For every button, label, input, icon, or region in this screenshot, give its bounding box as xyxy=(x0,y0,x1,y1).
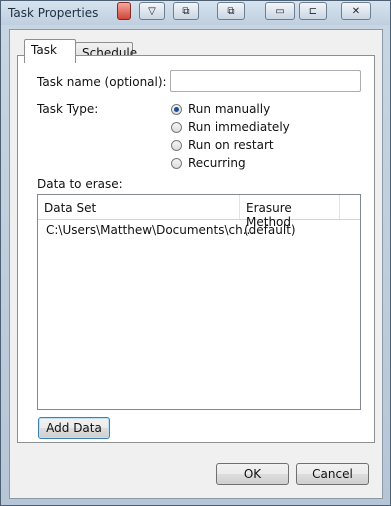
chevron-down-icon[interactable]: ▽ xyxy=(139,2,165,20)
radio-run-manually-label: Run manually xyxy=(188,102,271,116)
radio-run-on-restart-label: Run on restart xyxy=(188,138,274,152)
table-row[interactable]: C:\Users\Matthew\Documents\ch... (defaul… xyxy=(38,220,360,240)
radio-unselected-icon[interactable] xyxy=(171,121,182,133)
column-header-data-set[interactable]: Data Set xyxy=(38,195,240,219)
tab-task[interactable]: Task xyxy=(24,39,76,63)
task-properties-window: Task Properties ▽ ⧉ ⧉ ▭ ⊏ ✕ Task Schedul… xyxy=(0,0,391,506)
radio-unselected-icon[interactable] xyxy=(171,139,182,151)
window-list-icon[interactable]: ⧉ xyxy=(173,2,199,20)
radio-run-immediately[interactable]: Run immediately xyxy=(171,120,290,134)
erasure-method-cell: (default) xyxy=(244,223,296,237)
cascade-icon[interactable]: ⧉ xyxy=(217,2,245,20)
data-to-erase-label: Data to erase: xyxy=(37,177,123,191)
add-data-label: Add Data xyxy=(46,421,102,435)
radio-recurring-label: Recurring xyxy=(188,156,246,170)
close-window-icon[interactable]: ✕ xyxy=(341,2,371,20)
data-set-list[interactable]: Data Set Erasure Method C:\Users\Matthew… xyxy=(37,194,361,410)
cancel-label: Cancel xyxy=(312,467,353,481)
radio-recurring[interactable]: Recurring xyxy=(171,156,246,170)
task-name-input[interactable] xyxy=(170,70,361,92)
radio-run-immediately-label: Run immediately xyxy=(188,120,290,134)
list-header: Data Set Erasure Method xyxy=(38,195,360,229)
radio-unselected-icon[interactable] xyxy=(171,157,182,169)
task-type-label: Task Type: xyxy=(37,102,99,116)
close-icon[interactable] xyxy=(117,2,131,20)
ok-label: OK xyxy=(243,467,262,481)
title-bar[interactable]: Task Properties ▽ ⧉ ⧉ ▭ ⊏ ✕ xyxy=(1,1,390,25)
window-title: Task Properties xyxy=(8,6,99,20)
tab-task-label: Task xyxy=(31,43,57,57)
task-name-label: Task name (optional): xyxy=(37,75,167,89)
data-set-cell: C:\Users\Matthew\Documents\ch... xyxy=(46,223,255,237)
radio-selected-icon[interactable] xyxy=(171,103,182,115)
tile-icon[interactable]: ▭ xyxy=(265,2,295,20)
add-data-button[interactable]: Add Data xyxy=(38,417,110,439)
column-data-set-label: Data Set xyxy=(44,201,97,215)
radio-run-manually[interactable]: Run manually xyxy=(171,102,270,116)
radio-run-on-restart[interactable]: Run on restart xyxy=(171,138,274,152)
column-header-erasure-method[interactable]: Erasure Method xyxy=(240,195,340,229)
restore-icon[interactable]: ⊏ xyxy=(299,2,327,20)
ok-button[interactable]: OK xyxy=(216,463,289,485)
cancel-button[interactable]: Cancel xyxy=(296,463,369,485)
